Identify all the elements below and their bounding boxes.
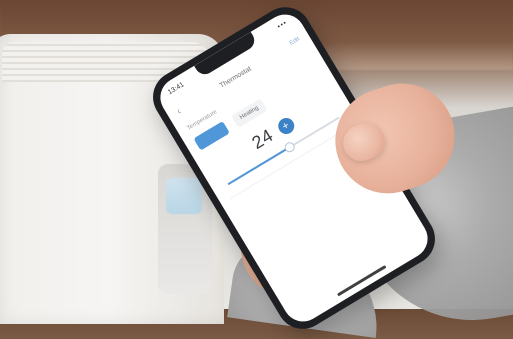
photo-scene: 13:41 ••• ‹ Thermostat Edit Temperature …	[0, 0, 513, 339]
status-icons: •••	[276, 18, 289, 31]
home-indicator	[336, 265, 387, 297]
back-icon[interactable]: ‹	[175, 106, 184, 117]
temperature-slider-thumb[interactable]	[282, 140, 297, 155]
tab-heating[interactable]: Heating	[231, 98, 268, 128]
increase-temperature-button[interactable]: +	[274, 114, 297, 137]
temperature-value: 24	[248, 125, 277, 154]
edit-button[interactable]: Edit	[289, 36, 301, 46]
app-title: Thermostat	[218, 65, 253, 90]
status-time: 13:41	[166, 80, 186, 96]
heater-display	[166, 178, 202, 214]
